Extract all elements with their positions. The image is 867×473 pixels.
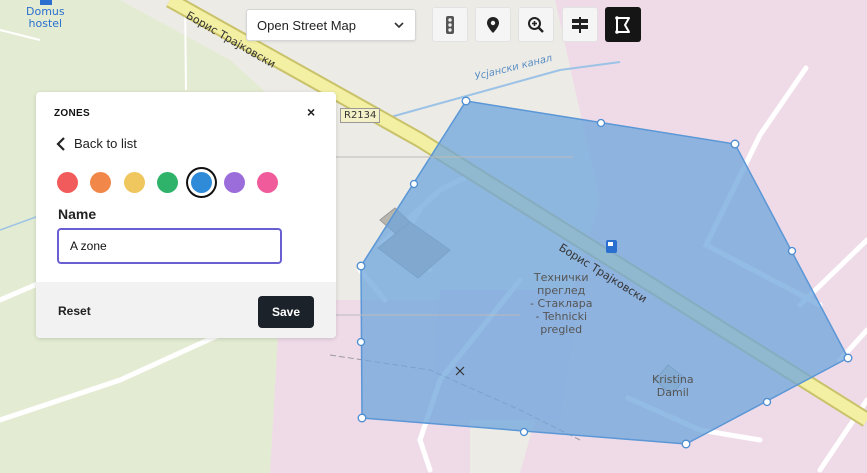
panel-footer: Reset Save — [36, 282, 336, 338]
close-icon[interactable]: × — [307, 105, 315, 119]
map-poi-inspection-label: Технички преглед - Стаклара - Tehnicki p… — [530, 271, 593, 336]
directions-button[interactable] — [562, 7, 598, 42]
save-button[interactable]: Save — [258, 296, 314, 328]
color-swatch-5[interactable] — [223, 172, 245, 193]
panel-title: ZONES — [54, 108, 90, 119]
zones-panel: ZONES × Back to list Name Reset Save — [36, 92, 336, 338]
color-swatches — [57, 172, 291, 193]
color-swatch-4[interactable] — [190, 172, 212, 193]
color-swatch-0[interactable] — [57, 172, 78, 193]
chevron-down-icon — [394, 22, 404, 29]
zoom-icon — [528, 16, 544, 33]
color-swatch-1[interactable] — [90, 172, 112, 193]
color-swatch-2[interactable] — [123, 172, 145, 193]
reset-button[interactable]: Reset — [58, 304, 91, 318]
traffic-light-icon — [446, 15, 454, 34]
back-to-list-label: Back to list — [74, 136, 137, 151]
map-poi-kristina-label: Kristina Damil — [652, 373, 694, 399]
name-label: Name — [58, 206, 97, 222]
draw-zone-button[interactable] — [605, 7, 641, 42]
color-swatch-3[interactable] — [157, 172, 179, 193]
map-layer-select-value: Open Street Map — [257, 17, 356, 33]
map-poi-hostel-label: Domus hostel — [26, 5, 65, 30]
map-pin-icon — [487, 16, 499, 33]
signpost-icon — [572, 16, 588, 33]
add-marker-button[interactable] — [475, 7, 511, 42]
route-shield: R2134 — [340, 108, 381, 123]
chevron-left-icon — [56, 136, 65, 151]
zone-name-input[interactable] — [57, 228, 282, 264]
zoom-button[interactable] — [518, 7, 554, 42]
polygon-draw-icon — [615, 15, 630, 34]
color-swatch-6[interactable] — [257, 172, 279, 193]
back-to-list-link[interactable]: Back to list — [56, 136, 137, 151]
traffic-light-button[interactable] — [432, 7, 468, 42]
map-layer-select[interactable]: Open Street Map — [246, 9, 416, 41]
